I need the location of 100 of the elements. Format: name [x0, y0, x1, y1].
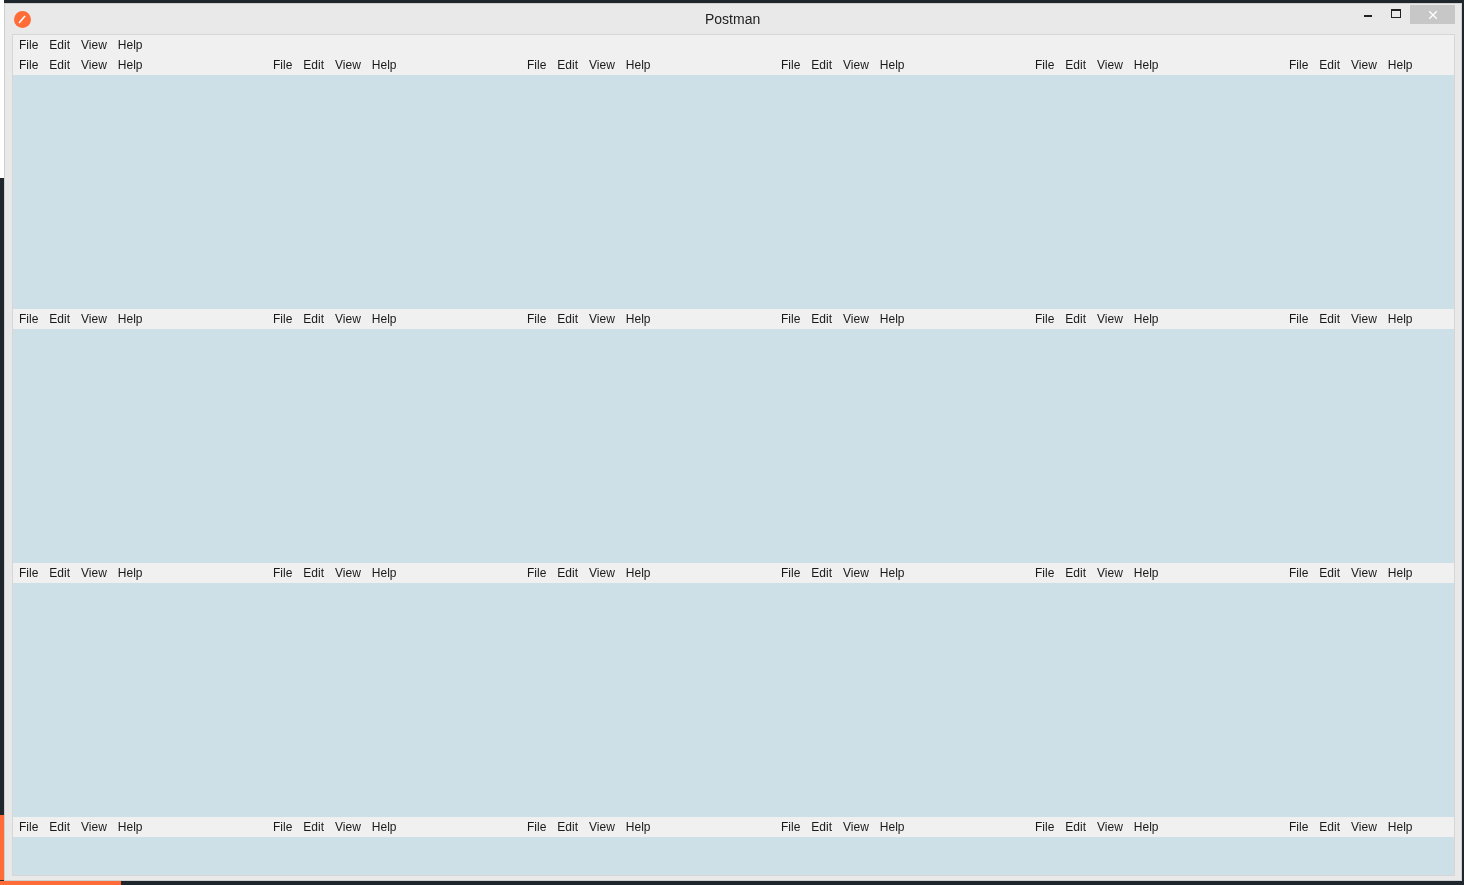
menu-item[interactable]: Help: [1133, 566, 1159, 580]
menu-item[interactable]: Edit: [303, 58, 325, 72]
menu-item[interactable]: View: [589, 312, 615, 326]
menu-item[interactable]: Edit: [303, 312, 325, 326]
menu-item[interactable]: Help: [1133, 58, 1159, 72]
menu-item[interactable]: Help: [879, 58, 905, 72]
menu-item[interactable]: Edit: [1065, 312, 1087, 326]
menu-item[interactable]: Edit: [557, 566, 579, 580]
menu-item[interactable]: File: [527, 566, 547, 580]
menu-item[interactable]: Edit: [1065, 820, 1087, 834]
menu-item[interactable]: File: [1289, 58, 1309, 72]
menu-item[interactable]: Edit: [811, 312, 833, 326]
menu-item[interactable]: Help: [117, 820, 143, 834]
menu-item[interactable]: Edit: [49, 312, 71, 326]
menu-item[interactable]: File: [527, 312, 547, 326]
menu-item[interactable]: View: [843, 312, 869, 326]
menu-item[interactable]: Edit: [1065, 58, 1087, 72]
menu-item[interactable]: Help: [371, 566, 397, 580]
menu-item[interactable]: Help: [1387, 58, 1413, 72]
menu-item[interactable]: Help: [879, 820, 905, 834]
menu-item[interactable]: File: [527, 820, 547, 834]
menu-item[interactable]: Edit: [1319, 58, 1341, 72]
menu-item[interactable]: Help: [1387, 820, 1413, 834]
menu-item[interactable]: File: [781, 312, 801, 326]
menu-item[interactable]: Edit: [303, 820, 325, 834]
menu-item[interactable]: View: [81, 312, 107, 326]
menu-item[interactable]: View: [1097, 312, 1123, 326]
menu-item[interactable]: File: [1035, 820, 1055, 834]
menu-item[interactable]: Help: [625, 58, 651, 72]
menu-item[interactable]: View: [81, 38, 107, 52]
menu-item[interactable]: File: [527, 58, 547, 72]
menu-item[interactable]: Help: [1387, 566, 1413, 580]
menu-item[interactable]: View: [1351, 820, 1377, 834]
menu-item[interactable]: File: [1289, 566, 1309, 580]
menu-item[interactable]: Edit: [303, 566, 325, 580]
menu-item[interactable]: Help: [1133, 312, 1159, 326]
menu-item[interactable]: Edit: [811, 58, 833, 72]
menu-item[interactable]: View: [589, 566, 615, 580]
menu-item[interactable]: File: [19, 38, 39, 52]
menu-item[interactable]: View: [1097, 58, 1123, 72]
menu-item[interactable]: Help: [371, 312, 397, 326]
menu-item[interactable]: View: [335, 58, 361, 72]
menu-item[interactable]: Edit: [49, 820, 71, 834]
menu-item[interactable]: Edit: [1319, 312, 1341, 326]
menu-item[interactable]: View: [335, 566, 361, 580]
menu-item[interactable]: View: [843, 566, 869, 580]
menu-item[interactable]: Edit: [49, 58, 71, 72]
menu-item[interactable]: File: [781, 820, 801, 834]
menu-item[interactable]: View: [335, 820, 361, 834]
menu-item[interactable]: View: [589, 58, 615, 72]
menu-item[interactable]: File: [1035, 312, 1055, 326]
menu-item[interactable]: Edit: [1319, 566, 1341, 580]
menu-item[interactable]: Help: [371, 58, 397, 72]
menu-item[interactable]: Help: [625, 820, 651, 834]
menu-item[interactable]: File: [19, 58, 39, 72]
menu-item[interactable]: View: [1351, 312, 1377, 326]
menu-item[interactable]: View: [1097, 566, 1123, 580]
menu-item[interactable]: Help: [625, 312, 651, 326]
menu-item[interactable]: Edit: [49, 38, 71, 52]
menu-item[interactable]: File: [1289, 820, 1309, 834]
menu-item[interactable]: Help: [371, 820, 397, 834]
menu-item[interactable]: Help: [117, 566, 143, 580]
menu-item[interactable]: File: [19, 312, 39, 326]
menu-item[interactable]: Help: [1133, 820, 1159, 834]
menu-item[interactable]: View: [1351, 58, 1377, 72]
menu-item[interactable]: File: [1289, 312, 1309, 326]
minimize-icon[interactable]: [1364, 15, 1372, 18]
menu-item[interactable]: View: [843, 820, 869, 834]
menu-item[interactable]: View: [81, 58, 107, 72]
menu-item[interactable]: File: [19, 566, 39, 580]
menu-item[interactable]: File: [781, 566, 801, 580]
menu-item[interactable]: Edit: [557, 820, 579, 834]
menu-item[interactable]: File: [1035, 58, 1055, 72]
menu-item[interactable]: File: [273, 312, 293, 326]
menu-item[interactable]: View: [81, 566, 107, 580]
menu-item[interactable]: Help: [625, 566, 651, 580]
menu-item[interactable]: View: [589, 820, 615, 834]
menu-item[interactable]: View: [81, 820, 107, 834]
menu-item[interactable]: File: [273, 58, 293, 72]
menu-item[interactable]: Edit: [557, 312, 579, 326]
menu-item[interactable]: Edit: [811, 566, 833, 580]
menu-item[interactable]: View: [1351, 566, 1377, 580]
menu-item[interactable]: File: [273, 566, 293, 580]
menu-item[interactable]: Edit: [1065, 566, 1087, 580]
menu-item[interactable]: File: [1035, 566, 1055, 580]
menu-item[interactable]: Edit: [49, 566, 71, 580]
menu-item[interactable]: File: [19, 820, 39, 834]
menu-item[interactable]: View: [1097, 820, 1123, 834]
menu-item[interactable]: File: [273, 820, 293, 834]
menu-item[interactable]: Help: [879, 566, 905, 580]
menu-item[interactable]: View: [335, 312, 361, 326]
menu-item[interactable]: Help: [117, 38, 143, 52]
menu-item[interactable]: Help: [117, 312, 143, 326]
menu-item[interactable]: Edit: [811, 820, 833, 834]
menu-item[interactable]: File: [781, 58, 801, 72]
menu-item[interactable]: Help: [117, 58, 143, 72]
menu-item[interactable]: Help: [879, 312, 905, 326]
menu-item[interactable]: Help: [1387, 312, 1413, 326]
menu-item[interactable]: Edit: [557, 58, 579, 72]
menu-item[interactable]: Edit: [1319, 820, 1341, 834]
